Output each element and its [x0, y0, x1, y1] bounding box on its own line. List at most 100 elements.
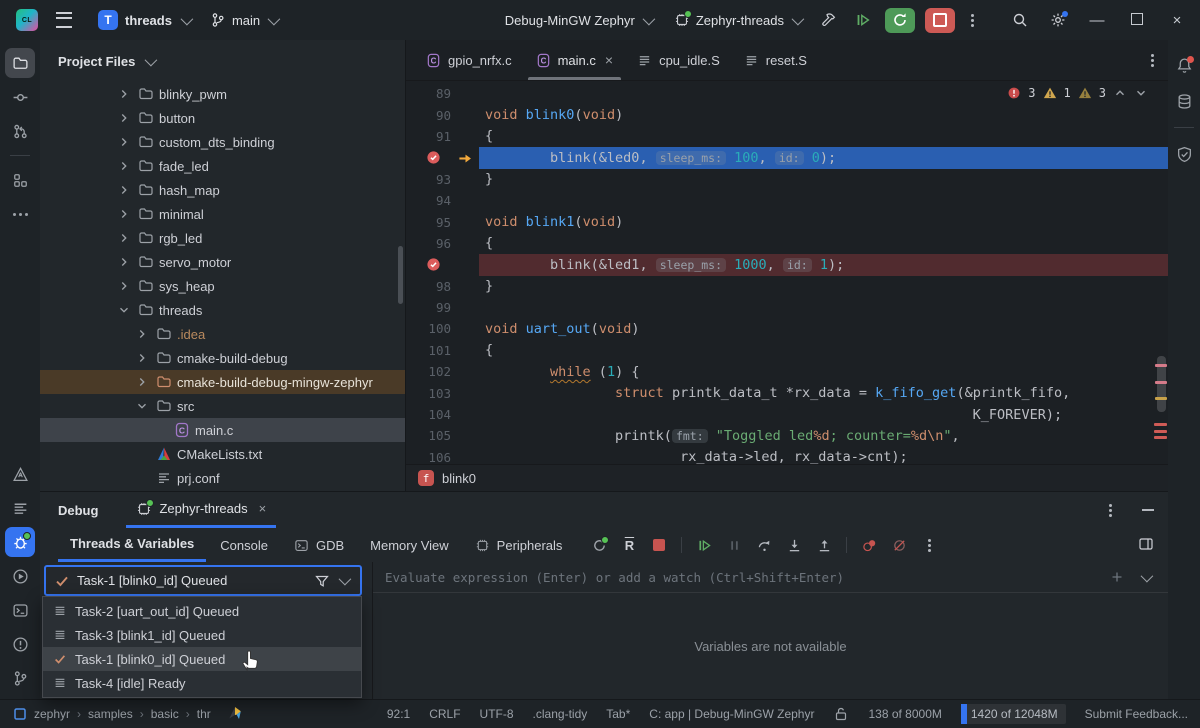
tree-item--idea[interactable]: .idea — [40, 322, 405, 346]
status-breadcrumb[interactable]: samples — [88, 707, 133, 721]
chevron-right-icon[interactable] — [115, 183, 133, 197]
workspace-icon[interactable] — [12, 706, 28, 722]
rerun-session-button[interactable] — [586, 532, 612, 558]
database-tool-button[interactable] — [1169, 86, 1199, 116]
gutter-line-93[interactable]: 93 — [406, 169, 479, 190]
todo-tool-button[interactable] — [5, 493, 35, 523]
status-breadcrumb[interactable]: thr — [197, 707, 211, 721]
evaluate-expression-bar[interactable]: Evaluate expression (Enter) or add a wat… — [373, 562, 1168, 593]
chevron-right-icon[interactable] — [115, 111, 133, 125]
stop-button[interactable] — [925, 8, 955, 33]
close-tab-icon[interactable]: × — [605, 52, 613, 68]
chevron-down-icon[interactable] — [133, 399, 151, 413]
run-config-selector[interactable]: Debug-MinGW Zephyr — [499, 9, 658, 32]
mute-breakpoints-button[interactable] — [886, 532, 912, 558]
security-tool-button[interactable] — [1169, 139, 1199, 169]
search-icon[interactable] — [1012, 12, 1028, 28]
gutter-line-90[interactable]: 90 — [406, 104, 479, 125]
project-tool-button[interactable] — [5, 48, 35, 78]
tree-item-button[interactable]: button — [40, 106, 405, 130]
caret-position[interactable]: 92:1 — [387, 707, 410, 721]
gutter-line-103[interactable]: 103 — [406, 382, 479, 403]
gutter-line-92[interactable] — [406, 147, 479, 168]
minimize-button[interactable]: — — [1088, 12, 1106, 29]
chevron-right-icon[interactable] — [115, 159, 133, 173]
status-breadcrumb[interactable]: zephyr — [34, 707, 70, 721]
gutter-line-97[interactable] — [406, 254, 479, 275]
memory-indicator[interactable]: 1420 of 12048M — [961, 704, 1066, 724]
more-tools-button[interactable] — [5, 199, 35, 229]
view-breakpoints-button[interactable] — [856, 532, 882, 558]
tree-item-cmake-build-debug[interactable]: cmake-build-debug — [40, 346, 405, 370]
gutter-line-105[interactable]: 105 — [406, 425, 479, 446]
tree-item-fade-led[interactable]: fade_led — [40, 154, 405, 178]
error-stripe-mark[interactable] — [1155, 397, 1167, 400]
commit-tool-button[interactable] — [5, 82, 35, 112]
line-ending[interactable]: CRLF — [429, 707, 460, 721]
tree-item-servo-motor[interactable]: servo_motor — [40, 250, 405, 274]
filter-funnel-icon[interactable] — [314, 573, 330, 589]
step-out-button[interactable] — [811, 532, 837, 558]
layout-settings-icon[interactable] — [1138, 536, 1154, 552]
editor-tab-main-c[interactable]: Cmain.c× — [524, 40, 625, 80]
chevron-right-icon[interactable] — [115, 231, 133, 245]
gutter-line-96[interactable]: 96 — [406, 233, 479, 254]
tree-item-rgb-led[interactable]: rgb_led — [40, 226, 405, 250]
chevron-right-icon[interactable] — [133, 375, 151, 389]
chevron-right-icon[interactable] — [133, 327, 151, 341]
debug-window-title[interactable]: Debug — [58, 503, 98, 518]
pause-button[interactable] — [721, 532, 747, 558]
breakpoint-icon[interactable] — [426, 150, 441, 165]
git-tool-button[interactable] — [5, 663, 35, 693]
inspection-widget[interactable]: 3 1 3 — [1007, 86, 1148, 100]
error-stripe-mark[interactable] — [1155, 381, 1167, 384]
structure-tool-button[interactable] — [5, 165, 35, 195]
tree-item-sys-heap[interactable]: sys_heap — [40, 274, 405, 298]
project-panel-title[interactable]: Project Files — [58, 54, 135, 69]
editor-tab-reset-s[interactable]: reset.S — [732, 40, 819, 80]
tree-item-custom-dts-binding[interactable]: custom_dts_binding — [40, 130, 405, 154]
lock-icon[interactable] — [833, 706, 849, 722]
debug-options-kebab-icon[interactable] — [1109, 509, 1112, 512]
hide-panel-icon[interactable] — [1142, 509, 1154, 511]
gutter-line-102[interactable]: 102 — [406, 361, 479, 382]
pull-requests-tool-button[interactable] — [5, 116, 35, 146]
project-scrollbar[interactable] — [398, 246, 403, 304]
chevron-right-icon[interactable] — [115, 255, 133, 269]
gutter-line-101[interactable]: 101 — [406, 340, 479, 361]
stop-session-button[interactable] — [646, 532, 672, 558]
gutter-line-95[interactable]: 95 — [406, 211, 479, 232]
gutter-line-98[interactable]: 98 — [406, 276, 479, 297]
vcs-branch-widget[interactable]: main — [204, 8, 283, 32]
thread-dropdown-item[interactable]: Task-3 [blink1_id] Queued — [43, 623, 361, 647]
tabs-options-kebab-icon[interactable] — [1151, 59, 1154, 62]
tree-item-cmake-build-debug-mingw-zephyr[interactable]: cmake-build-debug-mingw-zephyr — [40, 370, 405, 394]
tab-threads-variables[interactable]: Threads & Variables — [58, 528, 206, 562]
build-button[interactable] — [821, 12, 837, 28]
prev-issue-icon[interactable] — [1113, 86, 1127, 100]
thread-dropdown-item[interactable]: Task-2 [uart_out_id] Queued — [43, 599, 361, 623]
resume-button[interactable] — [691, 532, 717, 558]
terminal-tool-button[interactable] — [5, 595, 35, 625]
indent-style[interactable]: Tab* — [606, 707, 630, 721]
chevron-right-icon[interactable] — [115, 87, 133, 101]
ai-assistant-tool-button[interactable] — [5, 459, 35, 489]
close-button[interactable]: × — [1168, 12, 1186, 29]
tree-item-blinky-pwm[interactable]: blinky_pwm — [40, 82, 405, 106]
rerun-debug-button[interactable] — [885, 8, 915, 33]
error-stripe-mark[interactable] — [1155, 364, 1167, 367]
tree-item-threads[interactable]: threads — [40, 298, 405, 322]
gutter-line-100[interactable]: 100 — [406, 318, 479, 339]
breadcrumb-function[interactable]: blink0 — [442, 471, 476, 486]
status-breadcrumb[interactable]: basic — [151, 707, 179, 721]
gutter-line-91[interactable]: 91 — [406, 126, 479, 147]
maximize-button[interactable] — [1128, 12, 1146, 29]
gutter-line-94[interactable]: 94 — [406, 190, 479, 211]
gutter-line-99[interactable]: 99 — [406, 297, 479, 318]
heap-indicator[interactable]: 138 of 8000M — [868, 707, 941, 721]
chevron-right-icon[interactable] — [115, 207, 133, 221]
clang-tidy[interactable]: .clang-tidy — [533, 707, 588, 721]
encoding[interactable]: UTF-8 — [480, 707, 514, 721]
thread-dropdown-item[interactable]: Task-4 [idle] Ready — [43, 671, 361, 695]
thread-combobox[interactable]: Task-1 [blink0_id] Queued — [44, 565, 362, 596]
